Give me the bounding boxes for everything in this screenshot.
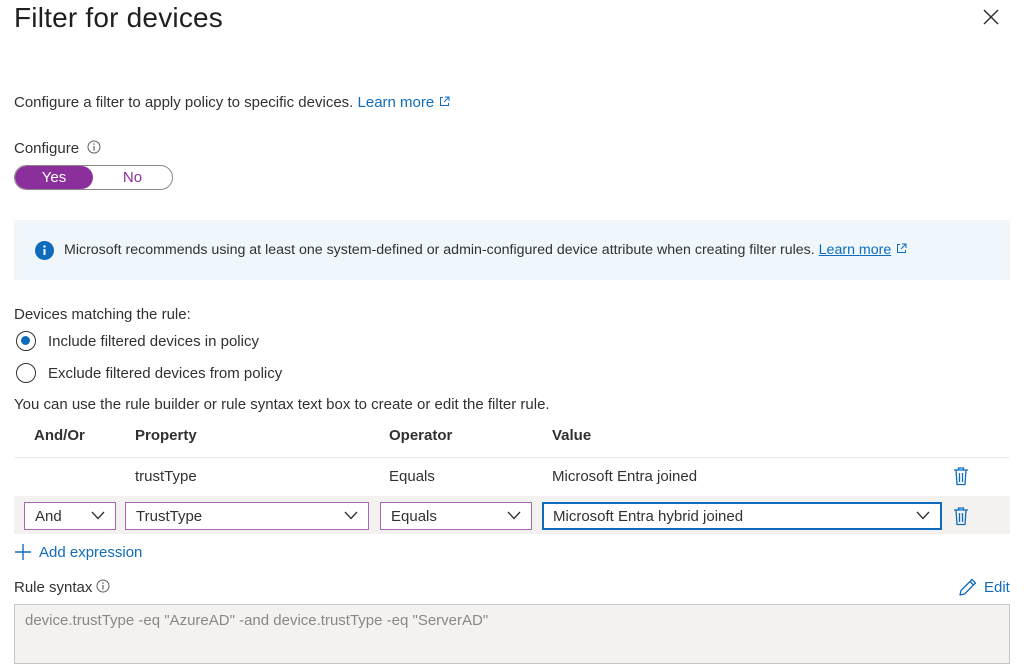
header-property: Property (135, 427, 197, 444)
radio-circle-selected[interactable] (16, 331, 36, 351)
panel-title: Filter for devices (14, 2, 223, 33)
andor-dropdown[interactable]: And (24, 502, 116, 530)
info-icon (35, 240, 54, 260)
pencil-icon (959, 578, 977, 596)
delete-icon[interactable] (953, 466, 969, 486)
banner-learn-more-label: Learn more (818, 242, 892, 258)
intro-text: Configure a filter to apply policy to sp… (14, 94, 450, 111)
add-expression-label: Add expression (39, 543, 143, 561)
delete-icon[interactable] (953, 506, 969, 526)
include-radio-label: Include filtered devices in policy (48, 332, 259, 350)
edit-button[interactable]: Edit (958, 577, 1010, 597)
property-dropdown[interactable]: TrustType (125, 502, 369, 530)
rule-syntax-text: Rule syntax (14, 579, 93, 596)
recommendation-banner: Microsoft recommends using at least one … (14, 220, 1010, 280)
add-expression-button[interactable]: Add expression (14, 543, 142, 561)
edit-label: Edit (984, 578, 1010, 596)
builder-hint: You can use the rule builder or rule syn… (14, 396, 550, 413)
andor-value: And (35, 507, 62, 525)
radio-circle[interactable] (16, 363, 36, 383)
configure-no-option[interactable]: No (93, 166, 172, 189)
table-divider (14, 457, 1010, 458)
info-icon[interactable] (96, 579, 110, 593)
close-icon[interactable] (980, 6, 1002, 28)
row1-value: Microsoft Entra joined (552, 468, 698, 485)
banner-text: Microsoft recommends using at least one … (64, 242, 907, 258)
learn-more-label: Learn more (357, 94, 435, 111)
row1-operator: Equals (389, 468, 435, 485)
chevron-down-icon (916, 511, 930, 520)
configure-text: Configure (14, 140, 80, 157)
plus-icon (15, 544, 31, 560)
matching-label: Devices matching the rule: (14, 306, 191, 323)
learn-more-link[interactable]: Learn more (358, 94, 451, 111)
header-andor: And/Or (34, 427, 85, 444)
rule-syntax-label: Rule syntax (14, 579, 110, 596)
banner-learn-more-link[interactable]: Learn more (819, 242, 892, 258)
intro-description: Configure a filter to apply policy to sp… (14, 94, 354, 111)
property-value: TrustType (136, 507, 203, 525)
operator-value: Equals (391, 507, 437, 525)
header-value: Value (552, 427, 592, 444)
value-selected: Microsoft Entra hybrid joined (553, 507, 744, 525)
rule-syntax-textbox[interactable]: device.trustType -eq "AzureAD" -and devi… (14, 604, 1010, 664)
header-operator: Operator (389, 427, 453, 444)
chevron-down-icon (507, 511, 521, 520)
info-icon[interactable] (87, 140, 101, 154)
configure-label: Configure (14, 140, 101, 157)
external-link-icon (897, 243, 907, 253)
configure-toggle: Yes No (14, 165, 173, 190)
value-dropdown[interactable]: Microsoft Entra hybrid joined (542, 502, 942, 530)
row1-property: trustType (135, 468, 197, 485)
exclude-radio[interactable]: Exclude filtered devices from policy (16, 362, 282, 384)
configure-yes-option[interactable]: Yes (15, 166, 93, 189)
banner-message: Microsoft recommends using at least one … (64, 242, 815, 258)
chevron-down-icon (344, 511, 358, 520)
exclude-radio-label: Exclude filtered devices from policy (48, 364, 283, 382)
include-radio[interactable]: Include filtered devices in policy (16, 330, 259, 352)
chevron-down-icon (91, 511, 105, 520)
external-link-icon (440, 96, 450, 106)
operator-dropdown[interactable]: Equals (380, 502, 532, 530)
rule-syntax-value: device.trustType -eq "AzureAD" -and devi… (25, 612, 489, 629)
